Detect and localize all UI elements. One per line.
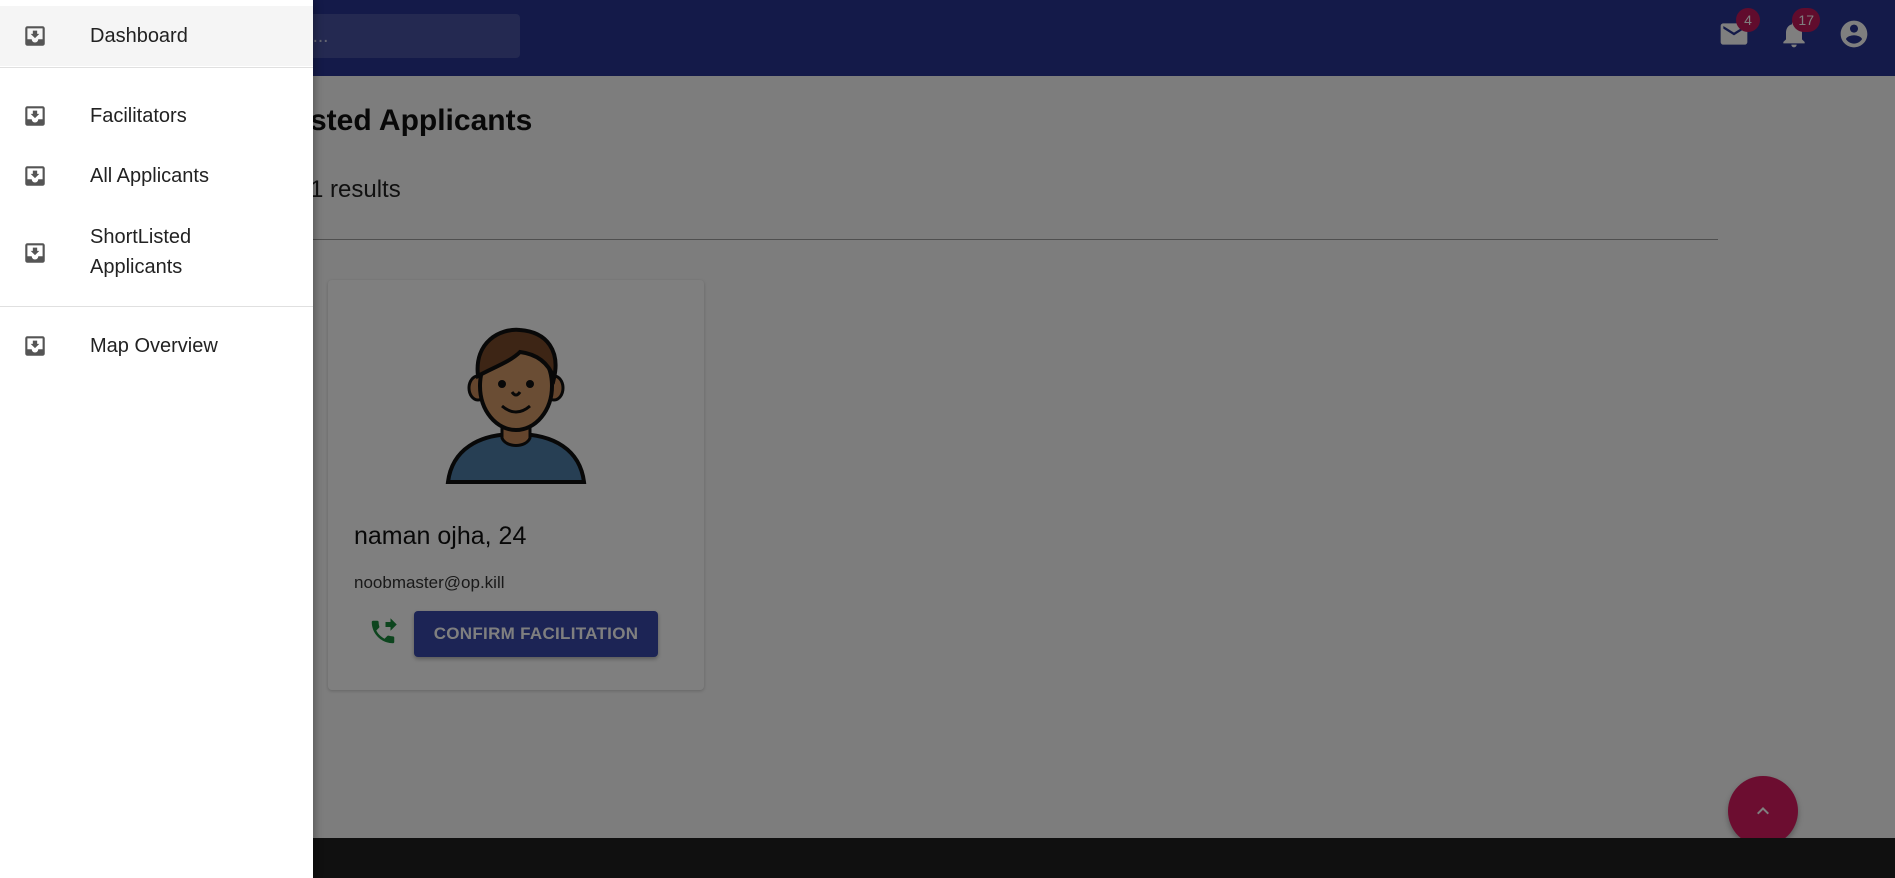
drawer-item-shortlisted-applicants[interactable]: ShortListed Applicants	[0, 206, 313, 300]
drawer-item-label: Map Overview	[90, 335, 218, 357]
drawer-item-facilitators[interactable]: Facilitators	[0, 86, 313, 146]
navigation-drawer: Dashboard Facilitators All Applicants Sh…	[0, 0, 313, 878]
drawer-item-all-applicants[interactable]: All Applicants	[0, 146, 313, 206]
drawer-item-label: ShortListed Applicants	[90, 226, 192, 278]
drawer-divider	[0, 306, 313, 307]
inbox-download-icon	[25, 166, 45, 186]
drawer-item-dashboard[interactable]: Dashboard	[0, 6, 313, 66]
drawer-item-label: Facilitators	[90, 105, 187, 127]
drawer-item-label: Dashboard	[90, 25, 188, 47]
drawer-item-label: All Applicants	[90, 165, 209, 187]
drawer-item-map-overview[interactable]: Map Overview	[0, 316, 313, 376]
inbox-download-icon	[25, 243, 45, 263]
inbox-download-icon	[25, 106, 45, 126]
inbox-download-icon	[25, 26, 45, 46]
drawer-divider	[0, 67, 313, 68]
inbox-download-icon	[25, 336, 45, 356]
